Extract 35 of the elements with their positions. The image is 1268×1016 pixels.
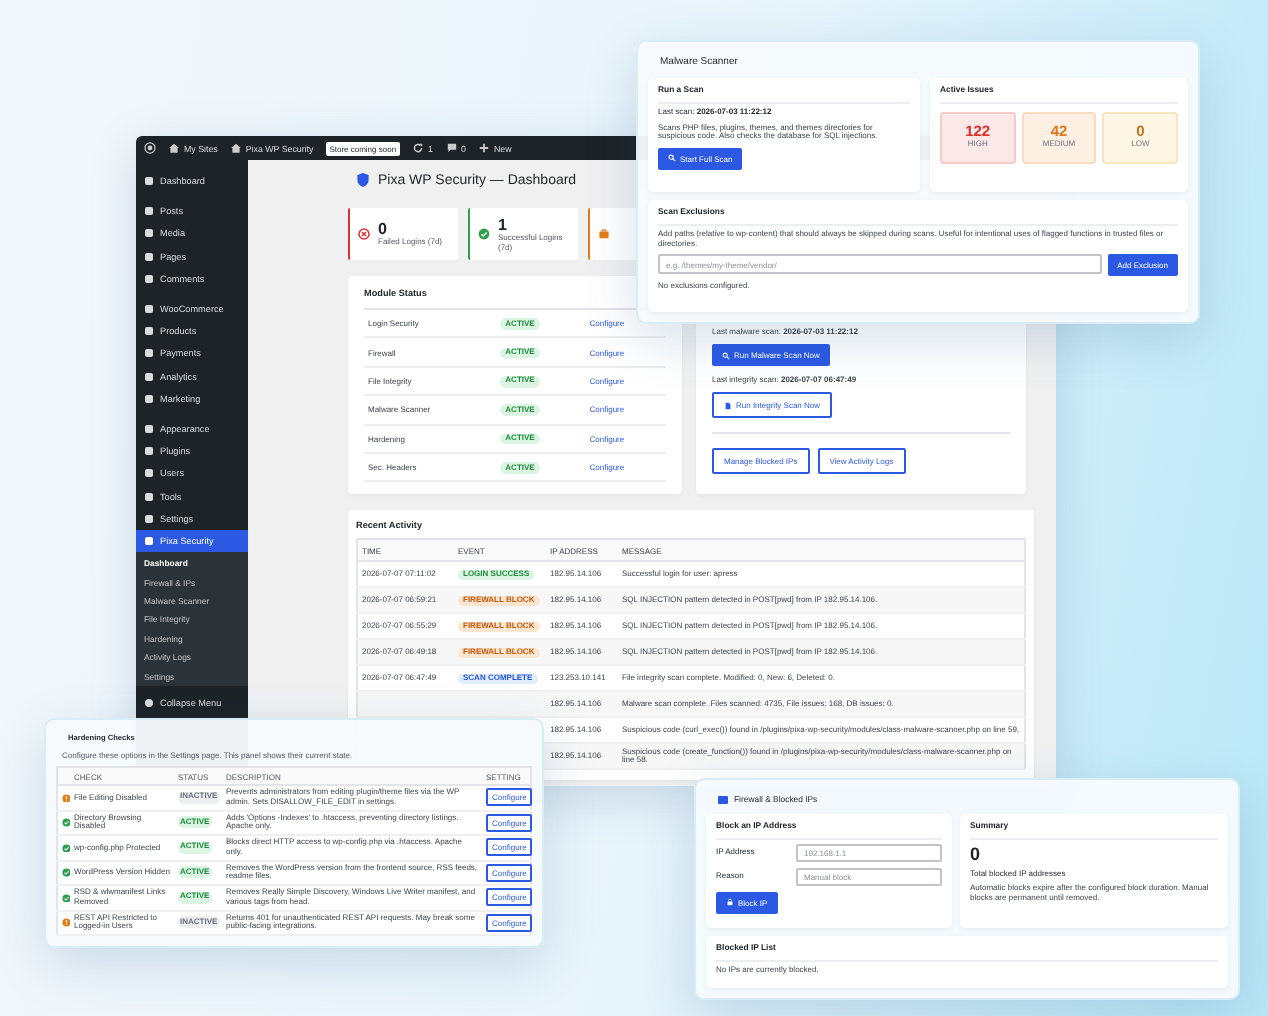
square-icon <box>144 273 154 284</box>
square-icon <box>144 326 154 337</box>
square-icon <box>144 176 154 187</box>
shield-icon <box>356 172 370 188</box>
house-icon <box>168 142 180 154</box>
square-icon <box>144 348 154 359</box>
square-icon <box>144 393 154 404</box>
blocked-count: 0 <box>970 844 983 865</box>
square-icon <box>144 535 154 546</box>
square-icon <box>144 491 154 502</box>
lock-icon <box>726 898 734 907</box>
house-icon <box>229 142 242 154</box>
plus-icon <box>477 142 490 154</box>
square-icon <box>144 228 154 239</box>
square-icon <box>144 446 154 457</box>
search-icon <box>722 351 730 359</box>
square-icon <box>144 206 154 217</box>
refresh-icon <box>412 142 425 154</box>
file-icon <box>724 401 732 409</box>
comment-icon <box>445 142 457 154</box>
stat-value: 1 <box>498 216 509 234</box>
square-icon <box>144 468 154 479</box>
square-icon <box>144 371 154 382</box>
error-icon <box>358 228 370 240</box>
rectangle-icon <box>718 795 728 803</box>
briefcase-icon <box>598 228 610 240</box>
check-icon <box>478 228 490 240</box>
logo-icon[interactable] <box>144 142 156 154</box>
square-icon <box>144 513 154 524</box>
square-icon <box>144 304 154 315</box>
stat-value: 0 <box>378 220 387 239</box>
circle-icon <box>144 698 154 709</box>
search-icon <box>668 154 676 163</box>
square-icon <box>144 423 154 434</box>
square-icon <box>144 251 154 262</box>
